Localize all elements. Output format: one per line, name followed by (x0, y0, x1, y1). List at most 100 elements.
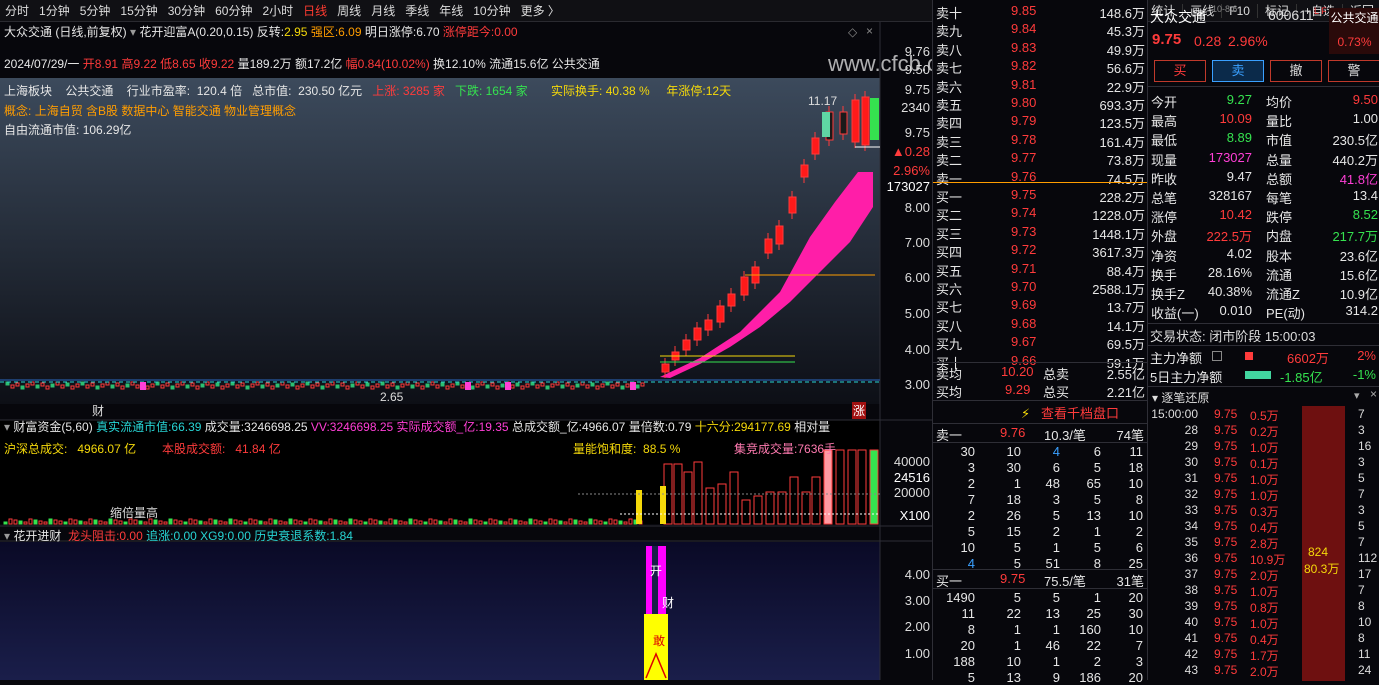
sub-title[interactable]: 花开进财 (13, 529, 61, 543)
buy-level-row[interactable]: 买四 9.72 3617.3万 (933, 241, 1148, 260)
tick-row: 39 9.75 0.8万 8 (1148, 599, 1379, 615)
sell-level-row[interactable]: 卖四 9.79 123.5万 (933, 112, 1148, 131)
sell-level-row[interactable]: 卖十 9.85 148.6万 (933, 2, 1148, 21)
period-tab-5[interactable]: 60分钟 (210, 2, 257, 19)
tick-arrow-icon[interactable]: ▾ (1152, 391, 1158, 405)
close-icon[interactable]: × (866, 24, 873, 38)
order-qty-cell: 2 (1052, 524, 1060, 539)
stock-info-panel: 大众交通 10-8.6 600611 L F 公共交通 9.75 0.28 2.… (1147, 0, 1379, 405)
period-tab-7[interactable]: 日线 (298, 2, 332, 19)
buy-level-row[interactable]: 买六 9.70 2588.1万 (933, 278, 1148, 297)
lightning-icon: ⚡ (1021, 406, 1031, 421)
level-volume: 73.8万 (1106, 153, 1145, 169)
buy-level-row[interactable]: 买九 9.67 69.5万 (933, 333, 1148, 352)
sell-level-row[interactable]: 卖二 9.77 73.8万 (933, 149, 1148, 169)
period-tab-3[interactable]: 15分钟 (115, 2, 162, 19)
indicator-arrow-icon[interactable]: ▾ (130, 25, 139, 39)
period-tab-10[interactable]: 季线 (400, 2, 434, 19)
order-qty-cell: 6 (1135, 540, 1143, 555)
tick-row: 28 9.75 0.2万 3 (1148, 423, 1379, 439)
period-tab-2[interactable]: 5分钟 (75, 2, 116, 19)
sub-tick-2: 2.00 (904, 619, 930, 634)
level-volume: 49.9万 (1106, 42, 1145, 58)
stat-label: 市值 (1266, 133, 1293, 149)
buy-level-row[interactable]: 买三 9.73 1448.1万 (933, 223, 1148, 242)
buy-level-row[interactable]: 买五 9.71 88.4万 (933, 260, 1148, 279)
sell-level-row[interactable]: 卖六 9.81 22.9万 (933, 76, 1148, 95)
order-qty-cell: 65 (1086, 476, 1101, 491)
sub-gap (652, 546, 658, 616)
buy-button[interactable]: 买 (1154, 60, 1206, 82)
order-qty-cell: 7 (967, 492, 975, 507)
stat-label: 收益(一) (1151, 306, 1199, 322)
period-tab-6[interactable]: 2小时 (257, 2, 298, 19)
bar-amount: 额17.2亿 (294, 57, 343, 71)
sell-level-row[interactable]: 卖五 9.80 693.3万 (933, 94, 1148, 113)
industry-badge[interactable]: 公共交通 (1329, 8, 1379, 32)
main-net5-pct: -1% (1352, 367, 1376, 382)
pe-label: 行业市盈率: (126, 84, 191, 98)
sjcje-label: 实际成交额_亿: (396, 420, 479, 434)
trade-status: 交易状态: 闭市阶段 15:00:03 (1150, 329, 1316, 344)
sell-level-row[interactable]: 卖八 9.83 49.9万 (933, 39, 1148, 58)
sell-level-row[interactable]: 卖一 9.76 74.5万 (933, 168, 1148, 187)
industry-name: 公共交通 (65, 84, 114, 98)
diamond-icon[interactable]: ◇ (848, 25, 857, 39)
volume-bar (603, 521, 608, 525)
volume-bar (258, 520, 263, 525)
tick-count: 16 (1358, 439, 1372, 453)
period-tab-0[interactable]: 分时 (0, 2, 34, 19)
concept-label: 概念: (4, 104, 32, 118)
level-price: 9.84 (1011, 21, 1037, 37)
stat-label: 均价 (1266, 95, 1293, 110)
level-label: 卖九 (936, 24, 963, 40)
period-tab-11[interactable]: 年线 (434, 2, 468, 19)
sub-indicator-arrow-icon[interactable]: ▾ (4, 529, 10, 543)
lt-value: 0.00 (119, 529, 143, 543)
sell-avg-row: 卖均 10.20 总卖 2.55亿 (933, 363, 1148, 382)
sell-level-row[interactable]: 卖三 9.78 161.4万 (933, 131, 1148, 150)
vol-title[interactable]: 财富资金(5,60) (13, 420, 92, 434)
sell-button[interactable]: 卖 (1212, 60, 1264, 82)
tick-volume: 1.7万 (1250, 649, 1279, 663)
tick-close-icon[interactable]: × (1370, 387, 1377, 401)
tick-row: 34 9.75 0.4万 5 (1148, 519, 1379, 535)
tick-menu-icon[interactable]: ▾ (1354, 389, 1360, 402)
buy-level-row[interactable]: 买七 9.69 13.7万 (933, 296, 1148, 315)
volume-bar (573, 519, 578, 525)
buy-level-row[interactable]: 买二 9.74 1228.0万 (933, 204, 1148, 223)
sell-level-row[interactable]: 卖九 9.84 45.3万 (933, 20, 1148, 40)
stat-row: 昨收 9.47 总额 41.8亿 (1148, 168, 1379, 187)
tick-count: 17 (1358, 567, 1372, 581)
qiandang-link[interactable]: ⚡ 查看千档盘口 (1021, 403, 1119, 422)
kline-candle (275, 383, 280, 388)
vol-stats-line: 沪深总成交: 4966.07 亿 (4, 440, 136, 457)
tick-count: 3 (1358, 455, 1365, 469)
kline-tick-6: 2.96% (893, 163, 930, 178)
buy-level-row[interactable]: 买一 9.75 228.2万 (933, 186, 1148, 205)
order-qty-cell: 3 (1052, 492, 1060, 507)
volume-bar (243, 521, 248, 525)
buy-level-row[interactable]: 买八 9.68 14.1万 (933, 315, 1148, 334)
mingri-label: 明日涨停: (364, 25, 417, 39)
vol-indicator-arrow-icon[interactable]: ▾ (4, 420, 10, 434)
period-tab-4[interactable]: 30分钟 (163, 2, 210, 19)
period-tab-12[interactable]: 10分钟 (468, 2, 515, 19)
indicator-name[interactable]: 花开迎富A(0.20,0.15) (139, 25, 253, 39)
stat-value: 8.52 (1352, 207, 1378, 223)
period-tab-8[interactable]: 周线 (332, 2, 366, 19)
chart-area[interactable]: 大众交通 (日线,前复权) ▾ 花开迎富A(0.20,0.15) 反转:2.95… (0, 22, 969, 680)
order-qty-cell: 1 (1052, 540, 1060, 555)
period-tab-9[interactable]: 月线 (366, 2, 400, 19)
sell-level-row[interactable]: 卖七 9.82 56.6万 (933, 57, 1148, 76)
period-tab-13[interactable]: 更多 〉 (516, 2, 565, 19)
period-tab-1[interactable]: 1分钟 (34, 2, 75, 19)
stat-value: 230.5亿 (1332, 133, 1378, 149)
alert-button[interactable]: 警 (1328, 60, 1379, 82)
cancel-button[interactable]: 撤 (1270, 60, 1322, 82)
kline-candle (200, 383, 205, 388)
order-qty-cell: 10 (1128, 476, 1143, 491)
tick-price: 9.75 (1214, 439, 1238, 453)
kline-candle (410, 384, 415, 389)
order-qty-cell: 2 (967, 476, 975, 491)
